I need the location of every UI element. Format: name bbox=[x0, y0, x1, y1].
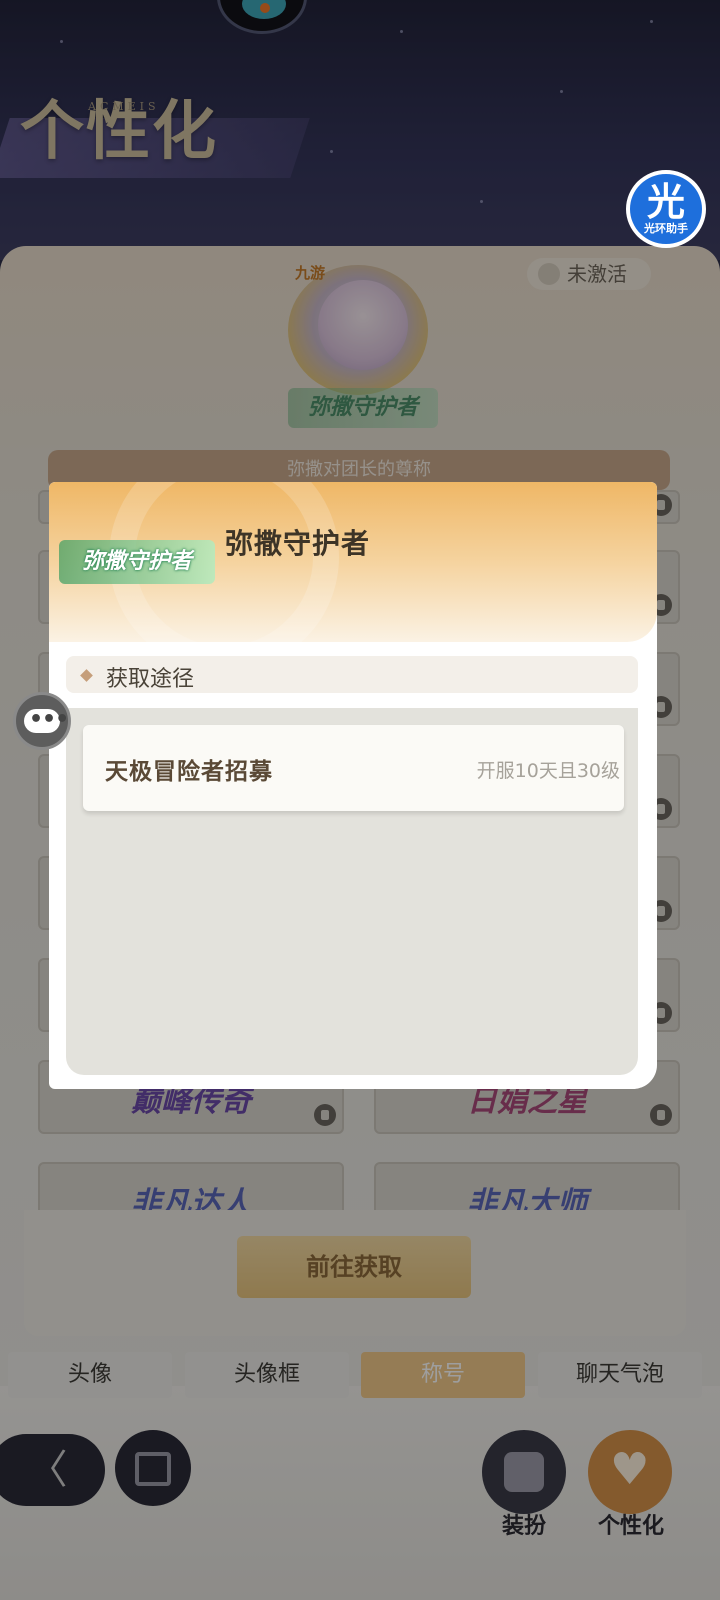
list-item[interactable]: 天极冒险者招募 开服10天且30级 bbox=[83, 725, 624, 811]
assistant-button[interactable]: 光 光环助手 bbox=[626, 170, 706, 248]
modal-title: 弥撒守护者 bbox=[225, 527, 371, 560]
modal-header: 弥撒守护者 弥撒守护者 bbox=[49, 482, 657, 672]
title-detail-modal: 弥撒守护者 弥撒守护者 获取途径 天极冒险者招募 开服10天且30级 bbox=[49, 482, 657, 1089]
title-badge: 弥撒守护者 bbox=[59, 540, 215, 584]
source-requirement: 开服10天且30级 bbox=[476, 760, 620, 782]
chat-float-button[interactable]: ••• bbox=[13, 692, 71, 750]
source-name: 天极冒险者招募 bbox=[105, 759, 273, 785]
ellipsis-icon: ••• bbox=[29, 707, 69, 732]
obtain-section-header: 获取途径 bbox=[66, 656, 638, 693]
diamond-icon bbox=[80, 669, 93, 682]
obtain-section-label: 获取途径 bbox=[106, 667, 195, 692]
obtain-source-list: 天极冒险者招募 开服10天且30级 bbox=[66, 708, 638, 1075]
assistant-label: 光环助手 bbox=[644, 222, 688, 235]
assistant-icon: 光 bbox=[646, 180, 685, 224]
